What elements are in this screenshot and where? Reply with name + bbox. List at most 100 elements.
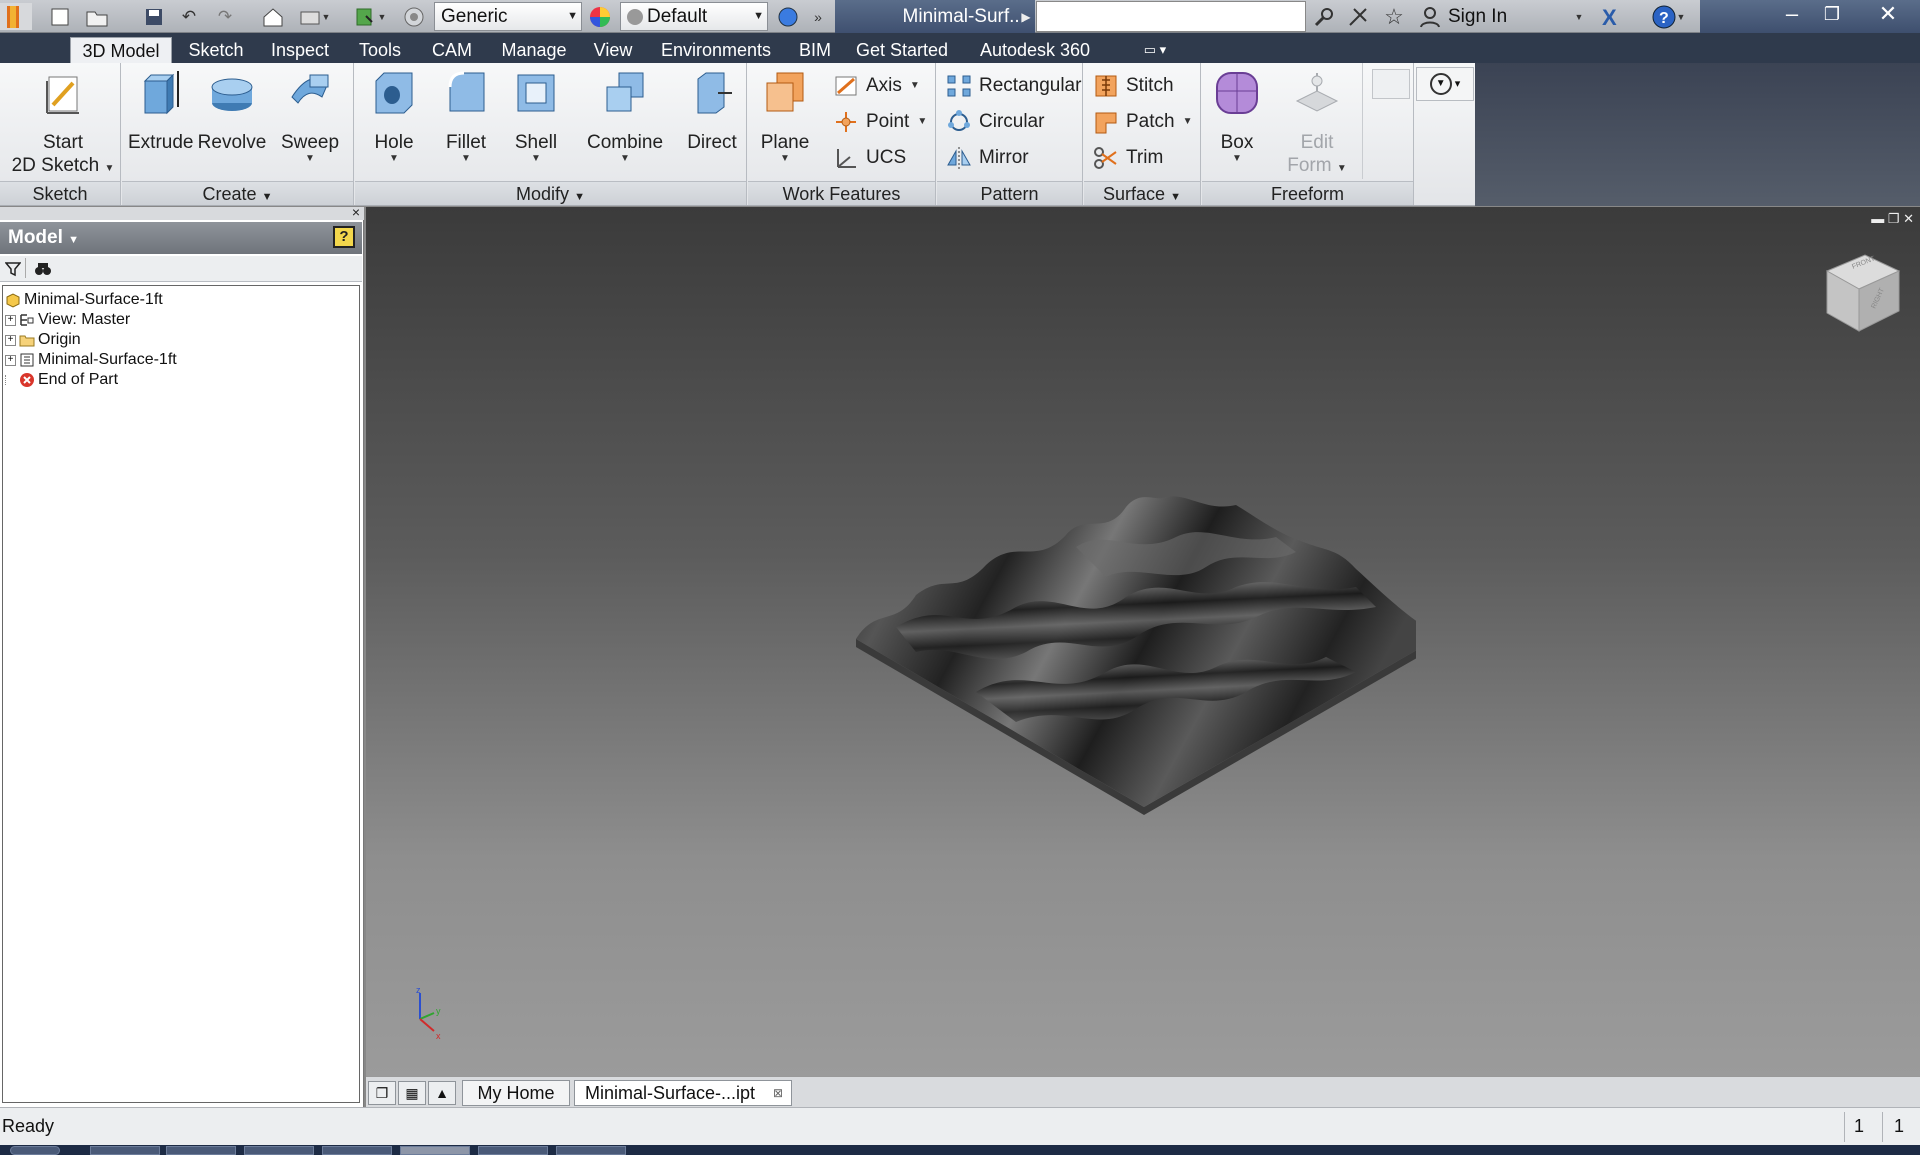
expand-icon[interactable]: + [5, 334, 16, 346]
find-binoculars-icon[interactable] [34, 261, 52, 277]
tab-autodesk-360[interactable]: Autodesk 360 [968, 37, 1102, 63]
edit-form-button[interactable]: Edit Form ▼ [1278, 67, 1356, 177]
sweep-button[interactable]: Sweep ▼ [272, 67, 348, 164]
circular-pattern-button[interactable]: Circular [945, 106, 1044, 138]
tree-end-of-part[interactable]: End of Part [5, 369, 118, 391]
tab-inspect[interactable]: Inspect [263, 37, 337, 63]
tab-cam[interactable]: CAM [424, 37, 480, 63]
combine-button[interactable]: Combine ▼ [573, 67, 677, 164]
minimize-icon[interactable]: ▬ [1871, 211, 1884, 226]
ribbon-options-button[interactable]: ▼ ▾ [1416, 67, 1474, 101]
undo-icon[interactable]: ↶ [176, 3, 202, 30]
tree-origin[interactable]: + Origin [5, 329, 81, 351]
update-icon[interactable]: ▼ [350, 3, 390, 30]
panel-label-modify[interactable]: Modify ▼ [355, 181, 746, 205]
close-icon[interactable]: × [352, 204, 360, 220]
material-combo[interactable]: Generic ▼ [434, 2, 582, 31]
sign-in-button[interactable]: Sign In [1418, 3, 1542, 30]
tile-windows-icon[interactable]: ▦ [398, 1081, 426, 1105]
svg-text:?: ? [1659, 10, 1669, 27]
tab-my-home[interactable]: My Home [462, 1080, 570, 1106]
direct-edit-button[interactable]: Direct [681, 67, 743, 154]
taskbar-app[interactable] [478, 1146, 548, 1155]
favorites-star-icon[interactable]: ☆ [1380, 3, 1408, 30]
application-menu-button[interactable] [0, 3, 32, 30]
restore-icon[interactable]: ❐ [1888, 211, 1900, 226]
taskbar-app[interactable] [90, 1146, 160, 1155]
minimal-surface-model[interactable] [856, 477, 1416, 817]
plane-button[interactable]: Plane ▼ [750, 67, 820, 164]
tree-surface-feature[interactable]: + Minimal-Surface-1ft [5, 349, 177, 371]
mirror-button[interactable]: Mirror [945, 142, 1029, 174]
help-icon[interactable]: ? [333, 226, 355, 248]
new-file-icon[interactable] [46, 3, 74, 30]
taskbar-app[interactable] [322, 1146, 392, 1155]
point-button[interactable]: Point ▼ [832, 106, 927, 138]
tab-view[interactable]: View [587, 37, 639, 63]
tab-3d-model[interactable]: 3D Model [70, 37, 172, 63]
start-2d-sketch-button[interactable]: Start 2D Sketch ▼ [8, 67, 118, 177]
trim-button[interactable]: Trim [1092, 142, 1163, 174]
expand-icon[interactable]: + [5, 314, 16, 326]
help-search-input[interactable] [1036, 1, 1306, 32]
ucs-button[interactable]: UCS [832, 142, 906, 174]
tree-view-master[interactable]: + View: Master [5, 309, 130, 331]
start-button[interactable] [10, 1146, 60, 1155]
home-icon[interactable] [258, 3, 288, 30]
patch-button[interactable]: Patch ▼ [1092, 106, 1193, 138]
close-tab-icon[interactable]: ⊠ [773, 1081, 783, 1105]
exchange-apps-icon[interactable]: X [1598, 3, 1628, 30]
revolve-button[interactable]: Revolve [194, 67, 270, 154]
panel-label-create[interactable]: Create ▼ [122, 181, 353, 205]
taskbar-app[interactable] [244, 1146, 314, 1155]
rectangular-pattern-button[interactable]: Rectangular [945, 70, 1081, 102]
chevron-right-icon[interactable]: ▶ [1018, 3, 1034, 30]
close-icon[interactable]: ✕ [1860, 0, 1916, 30]
panel-label-surface[interactable]: Surface ▼ [1084, 181, 1200, 205]
fillet-button[interactable]: Fillet ▼ [431, 67, 501, 164]
more-tools-icon[interactable]: » [808, 3, 828, 30]
shell-button[interactable]: Shell ▼ [501, 67, 571, 164]
taskbar-app[interactable] [166, 1146, 236, 1155]
ribbon-minimize-icon[interactable]: ▭ ▾ [1130, 37, 1180, 63]
freeform-tools-icon[interactable] [1372, 69, 1410, 99]
minimize-icon[interactable]: – [1772, 0, 1812, 30]
tree-root-part[interactable]: Minimal-Surface-1ft [5, 289, 163, 311]
tab-active-document[interactable]: Minimal-Surface-...ipt ⊠ [574, 1080, 792, 1106]
close-icon[interactable]: ✕ [1903, 211, 1914, 226]
stitch-button[interactable]: Stitch [1092, 70, 1174, 102]
axis-button[interactable]: Axis ▼ [832, 70, 920, 102]
extrude-button[interactable]: Extrude [128, 67, 193, 154]
expand-icon[interactable]: + [5, 354, 16, 366]
save-icon[interactable] [142, 3, 166, 30]
browser-title[interactable]: Model ▼ [0, 222, 362, 254]
tab-sketch[interactable]: Sketch [182, 37, 250, 63]
taskbar-app[interactable] [556, 1146, 626, 1155]
tab-environments[interactable]: Environments [652, 37, 780, 63]
tab-bim[interactable]: BIM [792, 37, 838, 63]
tab-manage[interactable]: Manage [494, 37, 574, 63]
restore-icon[interactable]: ❐ [1812, 0, 1852, 30]
recent-documents-icon[interactable]: ▼ [294, 3, 334, 30]
taskbar-app-active[interactable] [400, 1146, 470, 1155]
tab-get-started[interactable]: Get Started [852, 37, 952, 63]
appearance-combo[interactable]: Default ▼ [620, 2, 768, 31]
subscription-icon[interactable] [1344, 3, 1372, 30]
tab-tools[interactable]: Tools [350, 37, 410, 63]
search-icon[interactable] [1310, 3, 1338, 30]
select-icon[interactable] [400, 3, 428, 30]
cascade-windows-icon[interactable]: ❐ [368, 1081, 396, 1105]
color-wheel-icon[interactable] [586, 3, 614, 30]
open-documents-menu-icon[interactable]: ▲ [428, 1081, 456, 1105]
hole-button[interactable]: Hole ▼ [359, 67, 429, 164]
box-freeform-button[interactable]: Box ▼ [1206, 67, 1268, 164]
open-file-icon[interactable] [82, 3, 112, 30]
extrude-icon [143, 71, 179, 115]
clear-appearance-icon[interactable] [774, 3, 802, 30]
viewcube-icon[interactable]: FRONT RIGHT [1819, 247, 1905, 337]
graphics-window[interactable]: ▬ ❐ ✕ FRONT RIGHT z y x [366, 207, 1920, 1076]
sign-in-dropdown-icon[interactable]: ▼ [1572, 3, 1586, 30]
filter-icon[interactable] [5, 261, 21, 277]
help-icon[interactable]: ? ▼ [1646, 3, 1690, 30]
redo-icon[interactable]: ↷ [212, 3, 238, 30]
